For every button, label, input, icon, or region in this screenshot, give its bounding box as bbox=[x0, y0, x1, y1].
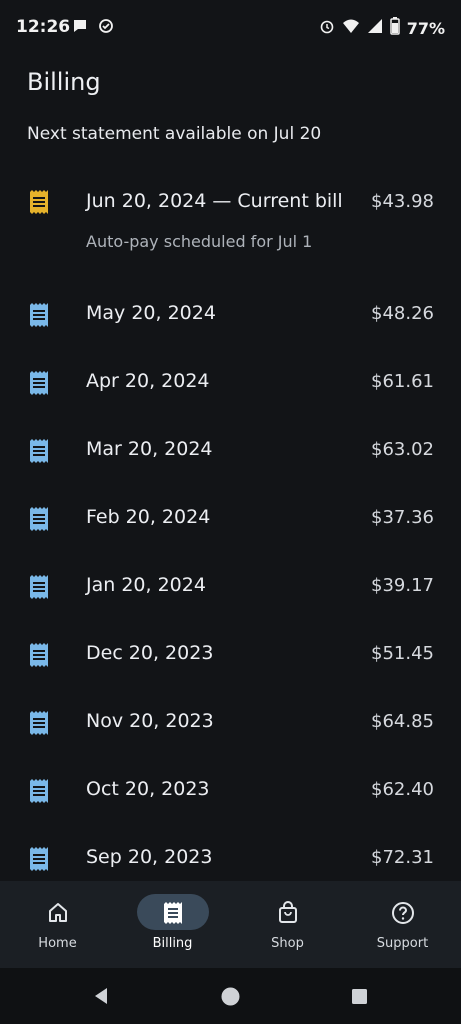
status-time: 12:26 bbox=[16, 17, 71, 37]
bill-date: May 20, 2024 bbox=[86, 302, 216, 324]
receipt-icon bbox=[28, 371, 50, 395]
bill-amount: $48.26 bbox=[371, 303, 434, 324]
bill-amount: $43.98 bbox=[371, 191, 434, 212]
bill-row[interactable]: May 20, 2024 $48.26 bbox=[0, 282, 461, 350]
receipt-icon bbox=[161, 901, 185, 925]
wifi-icon bbox=[342, 18, 360, 38]
bill-date: Dec 20, 2023 bbox=[86, 642, 214, 664]
bill-date: Jan 20, 2024 bbox=[86, 574, 206, 596]
bill-row[interactable]: Dec 20, 2023 $51.45 bbox=[0, 622, 461, 690]
battery-percent: 77% bbox=[406, 18, 445, 38]
nav-support-label: Support bbox=[376, 936, 429, 951]
receipt-icon bbox=[28, 190, 50, 214]
bill-amount: $63.02 bbox=[371, 439, 434, 460]
receipt-icon bbox=[28, 711, 50, 735]
bill-amount: $64.85 bbox=[371, 711, 434, 732]
bill-date: Sep 20, 2023 bbox=[86, 846, 213, 868]
nav-shop[interactable]: Shop bbox=[230, 881, 345, 968]
bill-date: Nov 20, 2023 bbox=[86, 710, 214, 732]
receipt-icon bbox=[28, 507, 50, 531]
bottom-nav: Home Billing Shop Support bbox=[0, 881, 461, 968]
receipt-icon bbox=[28, 439, 50, 463]
bill-date: Feb 20, 2024 bbox=[86, 506, 211, 528]
nav-billing-label: Billing bbox=[152, 936, 193, 951]
nav-billing[interactable]: Billing bbox=[115, 881, 230, 968]
battery-icon bbox=[389, 17, 400, 39]
bill-amount: $37.36 bbox=[371, 507, 434, 528]
bill-row[interactable]: Apr 20, 2024 $61.61 bbox=[0, 350, 461, 418]
receipt-icon bbox=[28, 779, 50, 803]
bill-amount: $51.45 bbox=[371, 643, 434, 664]
nav-support[interactable]: Support bbox=[345, 881, 460, 968]
bill-row[interactable]: Feb 20, 2024 $37.36 bbox=[0, 486, 461, 554]
nav-home-label: Home bbox=[38, 936, 77, 951]
bill-row[interactable]: Mar 20, 2024 $63.02 bbox=[0, 418, 461, 486]
back-button[interactable] bbox=[92, 987, 110, 1009]
bill-amount: $39.17 bbox=[371, 575, 434, 596]
receipt-icon bbox=[28, 575, 50, 599]
recents-button[interactable] bbox=[351, 988, 368, 1009]
bill-amount: $62.40 bbox=[371, 779, 434, 800]
bill-row[interactable]: Jan 20, 2024 $39.17 bbox=[0, 554, 461, 622]
next-statement-text: Next statement available on Jul 20 bbox=[27, 124, 322, 144]
alarm-icon bbox=[319, 18, 335, 38]
bill-date: Mar 20, 2024 bbox=[86, 438, 213, 460]
bill-date: Apr 20, 2024 bbox=[86, 370, 210, 392]
nav-home[interactable]: Home bbox=[0, 881, 115, 968]
system-nav-bar bbox=[0, 968, 461, 1024]
nav-shop-label: Shop bbox=[271, 936, 304, 951]
bill-list: Jun 20, 2024 — Current bill $43.98 Auto-… bbox=[0, 170, 461, 894]
home-icon bbox=[46, 901, 70, 925]
message-icon bbox=[72, 18, 88, 38]
help-icon bbox=[391, 901, 415, 925]
receipt-icon bbox=[28, 303, 50, 327]
bill-amount: $72.31 bbox=[371, 847, 434, 868]
page-title: Billing bbox=[27, 68, 101, 96]
autopay-note: Auto-pay scheduled for Jul 1 bbox=[86, 232, 313, 251]
check-circle-icon bbox=[98, 18, 114, 38]
receipt-icon bbox=[28, 847, 50, 871]
bill-row-current[interactable]: Jun 20, 2024 — Current bill $43.98 Auto-… bbox=[0, 170, 461, 282]
bill-row[interactable]: Oct 20, 2023 $62.40 bbox=[0, 758, 461, 826]
shopping-bag-icon bbox=[276, 901, 300, 925]
signal-icon bbox=[367, 18, 383, 38]
bill-row[interactable]: Nov 20, 2023 $64.85 bbox=[0, 690, 461, 758]
bill-date: Oct 20, 2023 bbox=[86, 778, 210, 800]
bill-date: Jun 20, 2024 — Current bill bbox=[86, 190, 343, 212]
bill-amount: $61.61 bbox=[371, 371, 434, 392]
home-button[interactable] bbox=[221, 987, 240, 1010]
status-bar: 12:26 77% bbox=[0, 0, 461, 56]
receipt-icon bbox=[28, 643, 50, 667]
